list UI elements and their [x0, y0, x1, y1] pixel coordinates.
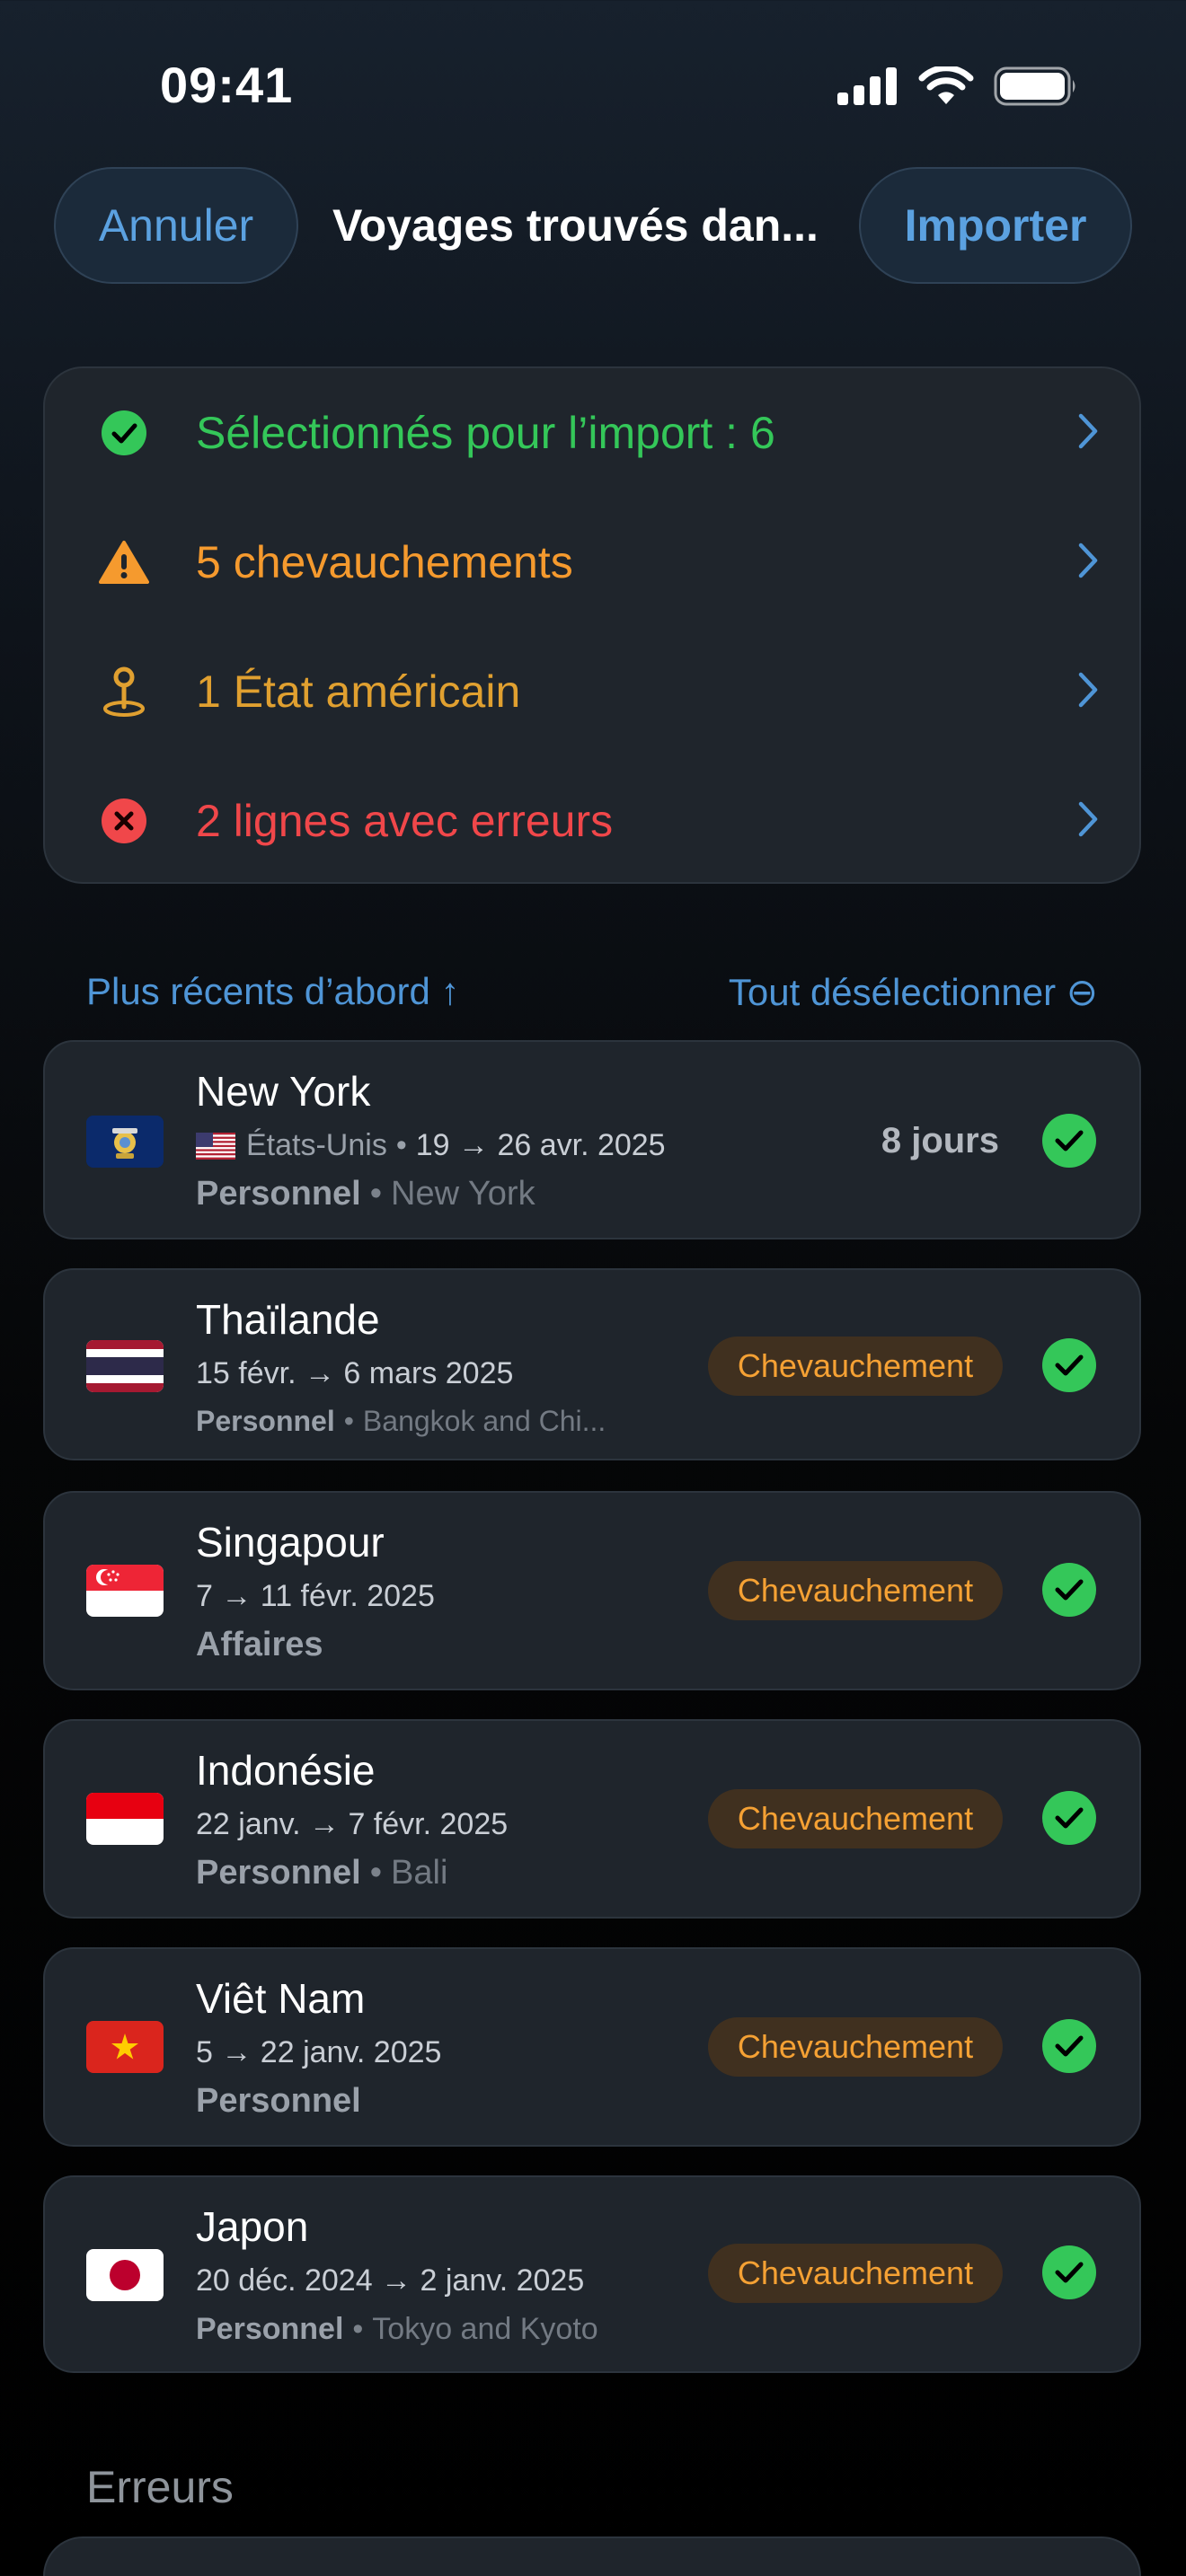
status-bar-icons	[837, 66, 1078, 106]
trip-meta: Personnel • Bali	[196, 1854, 447, 1892]
errors-section-title: Erreurs	[86, 2462, 234, 2512]
map-pin-icon	[99, 666, 149, 717]
trip-card-indonesia[interactable]: Indonésie 22 janv. → 7 févr. 2025 Person…	[43, 1719, 1141, 1919]
meta-separator: •	[369, 1175, 383, 1213]
singapore-flag-icon	[86, 1565, 164, 1617]
trip-place: Tokyo and Kyoto	[372, 2312, 598, 2346]
trip-name: Indonésie	[196, 1747, 376, 1794]
trip-name: New York	[196, 1068, 371, 1115]
page-title: Voyages trouvés dan...	[332, 200, 819, 251]
chevron-right-icon	[1078, 672, 1098, 712]
trip-card-thailand[interactable]: Thaïlande 15 févr. → 6 mars 2025 Personn…	[43, 1268, 1141, 1460]
trip-name: Viêt Nam	[196, 1975, 366, 2022]
summary-row-overlaps[interactable]: 5 chevauchements	[45, 498, 1139, 627]
warning-triangle-icon	[99, 537, 149, 587]
trip-place: Bangkok and Chi...	[362, 1405, 606, 1437]
overlap-badge: Chevauchement	[708, 1337, 1003, 1396]
trip-dates: États-Unis • 19 → 26 avr. 2025	[196, 1128, 666, 1163]
overlap-badge: Chevauchement	[708, 2244, 1003, 2303]
new-york-state-flag-icon	[86, 1116, 164, 1168]
trip-category: Affaires	[196, 1626, 323, 1663]
summary-row-errors[interactable]: 2 lignes avec erreurs	[45, 756, 1139, 886]
meta-separator: •	[343, 1405, 354, 1437]
trip-date-range: 15 févr. → 6 mars 2025	[196, 1356, 514, 1390]
trip-name: Singapour	[196, 1519, 385, 1566]
summary-row-selected[interactable]: Sélectionnés pour l’import : 6	[45, 368, 1139, 498]
trip-meta: Personnel • Tokyo and Kyoto	[196, 2312, 598, 2347]
trip-date-range: 22 janv. → 7 févr. 2025	[196, 1807, 509, 1841]
trip-card-vietnam[interactable]: Viêt Nam 5 → 22 janv. 2025 Personnel Che…	[43, 1947, 1141, 2147]
us-flag-icon	[196, 1132, 235, 1160]
chevron-right-icon	[1078, 413, 1098, 454]
trip-name: Japon	[196, 2203, 309, 2250]
trip-card-singapore[interactable]: Singapour 7 → 11 févr. 2025 Affaires Che…	[43, 1491, 1141, 1690]
deselect-all-button[interactable]: Tout désélectionner ⊖	[729, 970, 1098, 1014]
trip-date-range: 19 → 26 avr. 2025	[415, 1128, 666, 1162]
trip-place: Bali	[391, 1854, 448, 1892]
trip-date-range: 5 → 22 janv. 2025	[196, 2035, 442, 2069]
cancel-button[interactable]: Annuler	[54, 167, 298, 284]
selected-checkmark-icon[interactable]	[1042, 1338, 1096, 1392]
vietnam-flag-icon	[86, 2021, 164, 2073]
trip-meta: Personnel • Bangkok and Chi...	[196, 1405, 606, 1438]
indonesia-flag-icon	[86, 1793, 164, 1845]
summary-row-us-state[interactable]: 1 État américain	[45, 627, 1139, 756]
import-summary-card: Sélectionnés pour l’import : 6 5 chevauc…	[43, 366, 1141, 884]
trip-meta: Personnel	[196, 2082, 361, 2121]
chevron-right-icon	[1078, 543, 1098, 583]
trip-category: Personnel	[196, 1854, 361, 1892]
import-button[interactable]: Importer	[859, 167, 1132, 284]
selected-checkmark-icon[interactable]	[1042, 1791, 1096, 1845]
trip-name: Thaïlande	[196, 1296, 380, 1343]
trip-country: États-Unis	[246, 1128, 387, 1162]
meta-separator: •	[369, 1854, 383, 1892]
chevron-right-icon	[1078, 801, 1098, 842]
trip-category: Personnel	[196, 2312, 344, 2346]
trip-category: Personnel	[196, 1405, 335, 1437]
battery-icon	[994, 66, 1075, 106]
sort-button[interactable]: Plus récents d’abord ↑	[86, 970, 460, 1013]
selected-checkmark-icon[interactable]	[1042, 2245, 1096, 2299]
trip-duration: 8 jours	[881, 1121, 999, 1160]
wifi-icon	[918, 66, 974, 104]
thailand-flag-icon	[86, 1340, 164, 1392]
summary-errors-label: 2 lignes avec erreurs	[196, 796, 614, 846]
overlap-badge: Chevauchement	[708, 2017, 1003, 2077]
trip-category: Personnel	[196, 1175, 361, 1213]
trip-meta: Affaires	[196, 1626, 323, 1664]
summary-overlaps-label: 5 chevauchements	[196, 537, 573, 587]
trip-meta: Personnel • New York	[196, 1175, 535, 1213]
error-circle-icon	[99, 796, 149, 846]
meta-separator: •	[352, 2312, 364, 2346]
trip-category: Personnel	[196, 2082, 361, 2120]
selected-checkmark-icon[interactable]	[1042, 1563, 1096, 1617]
cellular-signal-icon	[837, 67, 897, 105]
trip-place: New York	[391, 1175, 535, 1213]
overlap-badge: Chevauchement	[708, 1561, 1003, 1620]
errors-card	[43, 2536, 1141, 2576]
selected-checkmark-icon[interactable]	[1042, 2019, 1096, 2073]
trip-card-japan[interactable]: Japon 20 déc. 2024 → 2 janv. 2025 Person…	[43, 2175, 1141, 2373]
summary-us-state-label: 1 État américain	[196, 666, 521, 717]
overlap-badge: Chevauchement	[708, 1789, 1003, 1848]
japan-flag-icon	[86, 2249, 164, 2301]
selected-checkmark-icon[interactable]	[1042, 1114, 1096, 1168]
trip-date-range: 7 → 11 févr. 2025	[196, 1579, 435, 1613]
summary-selected-label: Sélectionnés pour l’import : 6	[196, 408, 775, 458]
trip-date-range: 20 déc. 2024 → 2 janv. 2025	[196, 2263, 585, 2298]
status-bar-time: 09:41	[160, 57, 294, 113]
checkmark-circle-icon	[99, 408, 149, 458]
meta-separator: •	[395, 1128, 407, 1162]
trip-card-new-york[interactable]: New York États-Unis • 19 → 26 avr. 2025 …	[43, 1040, 1141, 1239]
